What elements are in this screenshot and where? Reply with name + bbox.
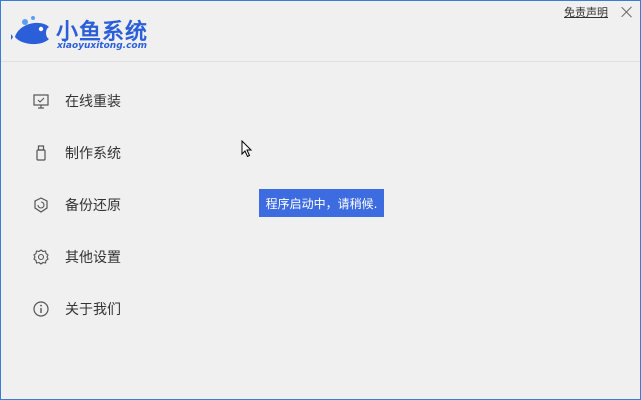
brand-url: xiaoyuxitong.com xyxy=(57,41,147,51)
sidebar-item-other-settings[interactable]: 其他设置 xyxy=(1,231,201,283)
fish-logo-icon xyxy=(11,16,49,45)
close-icon[interactable] xyxy=(620,5,634,19)
sidebar-item-label: 制作系统 xyxy=(65,146,121,162)
app-window: 小鱼系统 xiaoyuxitong.com 免责声明 在线重装 制作系统 备份还… xyxy=(0,0,641,400)
sidebar-item-label: 在线重装 xyxy=(65,94,121,110)
gear-icon xyxy=(33,249,49,265)
sidebar-item-about-us[interactable]: 关于我们 xyxy=(1,283,201,335)
loading-toast: 程序启动中，请稍候. xyxy=(259,189,384,217)
sidebar-item-label: 备份还原 xyxy=(65,198,121,214)
monitor-icon xyxy=(33,94,49,109)
usb-icon xyxy=(36,145,46,161)
disclaimer-link[interactable]: 免责声明 xyxy=(564,4,608,20)
header: 小鱼系统 xiaoyuxitong.com 免责声明 xyxy=(1,1,640,62)
sidebar-item-make-system[interactable]: 制作系统 xyxy=(1,127,201,179)
info-icon xyxy=(33,301,49,317)
sidebar: 在线重装 制作系统 备份还原 其他设置 关于我们 xyxy=(1,75,201,335)
sidebar-item-label: 其他设置 xyxy=(65,250,121,266)
mouse-cursor-icon xyxy=(241,140,253,158)
sidebar-item-online-reinstall[interactable]: 在线重装 xyxy=(1,75,201,127)
window-controls: 免责声明 xyxy=(564,4,634,20)
backup-icon xyxy=(34,197,48,213)
sidebar-item-backup-restore[interactable]: 备份还原 xyxy=(1,179,201,231)
sidebar-item-label: 关于我们 xyxy=(65,302,121,318)
